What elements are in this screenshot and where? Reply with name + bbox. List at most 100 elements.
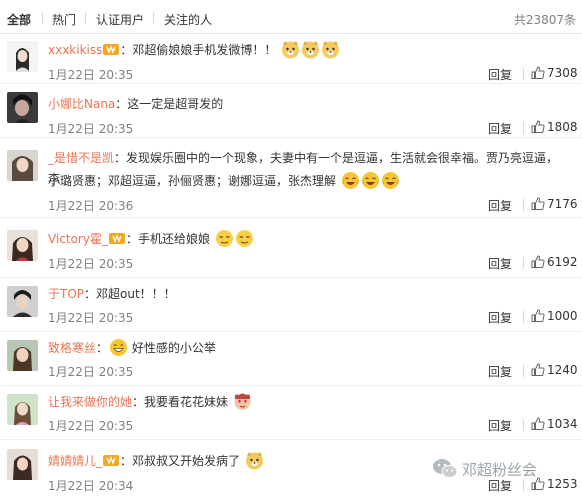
comment-text: ：邓超偷娘娘手机发微博！！ [120,43,277,57]
comment-username[interactable]: 致格寒丝 [48,341,96,355]
thumbs-up-icon [531,120,545,133]
action-divider [523,419,524,431]
comment-timestamp: 1月22日 20:35 [48,365,134,379]
comment-text: ：我要看花花妹妹 [132,395,229,409]
tab-following[interactable]: 关注的人 [164,11,212,28]
avatar[interactable] [7,230,38,261]
avatar[interactable] [7,449,38,480]
comment-timestamp: 1月22日 20:35 [48,419,134,433]
reply-button[interactable]: 回复 [488,255,512,272]
avatar[interactable] [7,150,38,181]
comment-text: ：手机还给娘娘 [125,232,210,246]
like-count: 7308 [547,66,578,80]
action-divider [523,365,524,377]
member-badge-icon [103,453,120,466]
like-count: 1240 [547,363,578,377]
comment-body-continued: 小璐贤惠；邓超逗逼，孙俪贤惠；谢娜逗逼，张杰理解 [48,171,568,192]
laugh-cry-emoji-icon [341,171,360,190]
total-comment-count: 共23807条 [513,13,576,27]
like-button[interactable]: 1808 [531,120,578,134]
comment-body: xxxkikiss ：邓超偷娘娘手机发微博！！ [48,40,568,61]
comment-text: ：邓叔叔又开始发病了 [120,454,241,468]
comment-text: 好性感的小公举 [128,341,216,355]
comment-timestamp: 1月22日 20:35 [48,311,134,325]
member-badge-icon [108,231,125,244]
smirk-emoji-icon [215,229,234,248]
comment-timestamp: 1月22日 20:34 [48,479,134,493]
reply-button[interactable]: 回复 [488,66,512,83]
tab-hot[interactable]: 热门 [52,11,76,28]
like-count: 6192 [547,255,578,269]
thumbs-up-icon [531,197,545,210]
avatar[interactable] [7,41,38,72]
like-count: 1253 [547,477,578,491]
comment-username[interactable]: 小娜比Nana [48,97,115,111]
comment-body: 致格寒丝： 好性感的小公举 [48,338,568,359]
avatar[interactable] [7,286,38,317]
reply-button[interactable]: 回复 [488,197,512,214]
tab-divider [85,12,86,24]
thumbs-up-icon [531,255,545,268]
like-count: 1808 [547,120,578,134]
comment-timestamp: 1月22日 20:36 [48,199,134,213]
thumbs-up-icon [531,417,545,430]
tab-verified-users[interactable]: 认证用户 [96,11,144,28]
action-divider [523,479,524,491]
like-button[interactable]: 1034 [531,417,578,431]
laugh-cry-emoji-icon [361,171,380,190]
comment-filter-tabs: 全部 热门 认证用户 关注的人 共23807条 [0,0,582,34]
avatar[interactable] [7,394,38,425]
comment-item: xxxkikiss ：邓超偷娘娘手机发微博！！ 1月22日 20:35 回复 73… [0,34,582,84]
avatar[interactable] [7,92,38,123]
comment-item: Victory霍_ ：手机还给娘娘 1月22日 20:35 回复 6192 [0,218,582,278]
thumbs-up-icon [531,309,545,322]
like-count: 1000 [547,309,578,323]
comment-username[interactable]: 于TOP [48,287,84,301]
watermark-text: 邓超粉丝会 [462,461,538,479]
like-button[interactable]: 1000 [531,309,578,323]
like-button[interactable]: 7308 [531,66,578,80]
reply-button[interactable]: 回复 [488,417,512,434]
comment-body: 小娜比Nana：这一定是超哥发的 [48,94,568,115]
like-count: 1034 [547,417,578,431]
comment-item: 让我来做你的她：我要看花花妹妹 1月22日 20:35 回复 1034 [0,386,582,440]
comment-body: Victory霍_ ：手机还给娘娘 [48,229,568,250]
tab-divider [42,12,43,24]
comment-text: 小璐贤惠；邓超逗逼，孙俪贤惠；谢娜逗逼，张杰理解 [48,174,337,188]
smirk-emoji-icon [235,229,254,248]
comment-username[interactable]: 婧婧婧儿_ [48,454,102,468]
comment-item: 小娜比Nana：这一定是超哥发的 1月22日 20:35 回复 1808 [0,84,582,138]
action-divider [523,199,524,211]
like-button[interactable]: 1253 [531,477,578,491]
action-divider [523,257,524,269]
comment-username[interactable]: _是惜不是凯 [48,151,114,165]
avatar[interactable] [7,340,38,371]
member-badge-icon [103,42,120,55]
action-divider [523,122,524,134]
reply-button[interactable]: 回复 [488,120,512,137]
watermark: 邓超粉丝会 [432,458,537,480]
doge-emoji-icon [301,40,320,59]
reply-button[interactable]: 回复 [488,363,512,380]
comment-username[interactable]: xxxkikiss [48,43,102,57]
comment-text: ：这一定是超哥发的 [115,97,224,111]
comment-body: 于TOP：邓超out！！！ [48,284,568,305]
tab-all[interactable]: 全部 [7,11,31,28]
doge-emoji-icon [321,40,340,59]
reply-button[interactable]: 回复 [488,309,512,326]
like-button[interactable]: 6192 [531,255,578,269]
comment-body: 让我来做你的她：我要看花花妹妹 [48,392,568,413]
comment-timestamp: 1月22日 20:35 [48,68,134,82]
action-divider [523,311,524,323]
grin-emoji-icon [109,338,128,357]
comment-item: 致格寒丝： 好性感的小公举 1月22日 20:35 回复 1240 [0,332,582,386]
action-divider [523,68,524,80]
comment-text: ： [96,341,109,355]
like-button[interactable]: 1240 [531,363,578,377]
comment-username[interactable]: 让我来做你的她 [48,395,132,409]
like-count: 7176 [547,197,578,211]
like-button[interactable]: 7176 [531,197,578,211]
comment-username[interactable]: Victory霍_ [48,232,108,246]
thumbs-up-icon [531,66,545,79]
laugh-cry-emoji-icon [381,171,400,190]
